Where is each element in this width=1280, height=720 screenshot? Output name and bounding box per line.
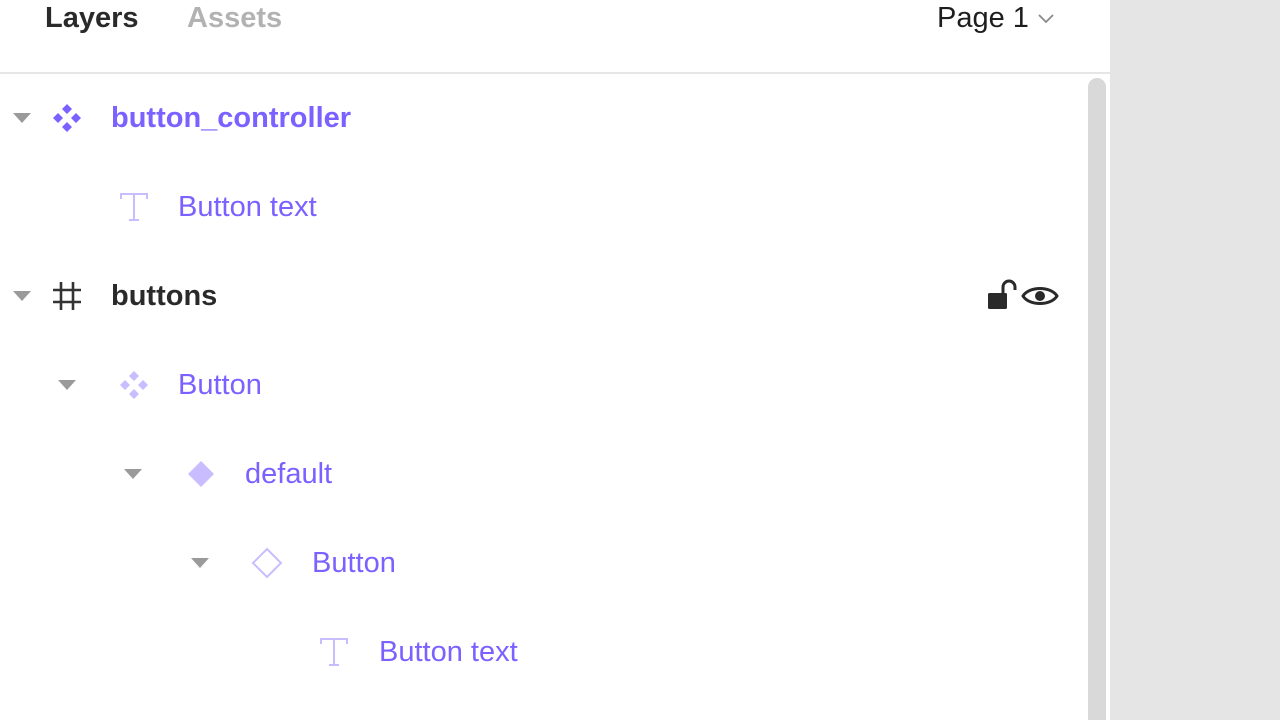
tab-layers[interactable]: Layers: [45, 0, 139, 38]
layer-row-button-instance[interactable]: Button: [0, 518, 1085, 607]
scrollbar[interactable]: [1088, 78, 1106, 720]
tab-assets[interactable]: Assets: [187, 0, 282, 38]
layer-row-button-component[interactable]: Button: [0, 340, 1085, 429]
layer-name: default: [245, 457, 333, 490]
component-set-icon: [120, 370, 148, 399]
chevron-down-icon: [1038, 14, 1054, 24]
variant-diamond-icon: [188, 460, 214, 487]
layer-row-default-variant[interactable]: default: [0, 429, 1085, 518]
text-layer-icon: [120, 192, 148, 221]
expand-caret-icon[interactable]: [13, 290, 31, 301]
text-layer-icon: [320, 637, 348, 666]
instance-diamond-outline-icon: [251, 547, 283, 578]
layer-row-buttons[interactable]: buttons: [0, 251, 1085, 340]
unlock-icon[interactable]: [985, 278, 1017, 314]
layers-panel: Layers Assets Page 1 button_controller B…: [0, 0, 1110, 720]
layer-name: Button text: [178, 190, 317, 223]
layer-name: Button text: [379, 635, 518, 668]
layer-name: button_controller: [111, 101, 352, 134]
page-selector-label: Page 1: [937, 2, 1029, 34]
layer-row-actions: [985, 278, 1059, 314]
layer-row-button-controller[interactable]: button_controller: [0, 73, 1085, 162]
expand-caret-icon[interactable]: [124, 468, 142, 479]
frame-hash-icon: [53, 281, 81, 310]
expand-caret-icon[interactable]: [191, 557, 209, 568]
expand-caret-icon[interactable]: [13, 112, 31, 123]
page-selector[interactable]: Page 1: [937, 0, 1054, 38]
component-set-icon: [53, 103, 81, 132]
eye-icon[interactable]: [1021, 281, 1059, 311]
layer-row-button-text-nested[interactable]: Button text: [0, 607, 1085, 696]
layer-name: Button: [312, 546, 396, 579]
expand-caret-icon[interactable]: [58, 379, 76, 390]
layer-name: Button: [178, 368, 262, 401]
panel-header: Layers Assets Page 1: [0, 0, 1110, 74]
layer-name: buttons: [111, 279, 218, 312]
layer-row-button-text[interactable]: Button text: [0, 162, 1085, 251]
